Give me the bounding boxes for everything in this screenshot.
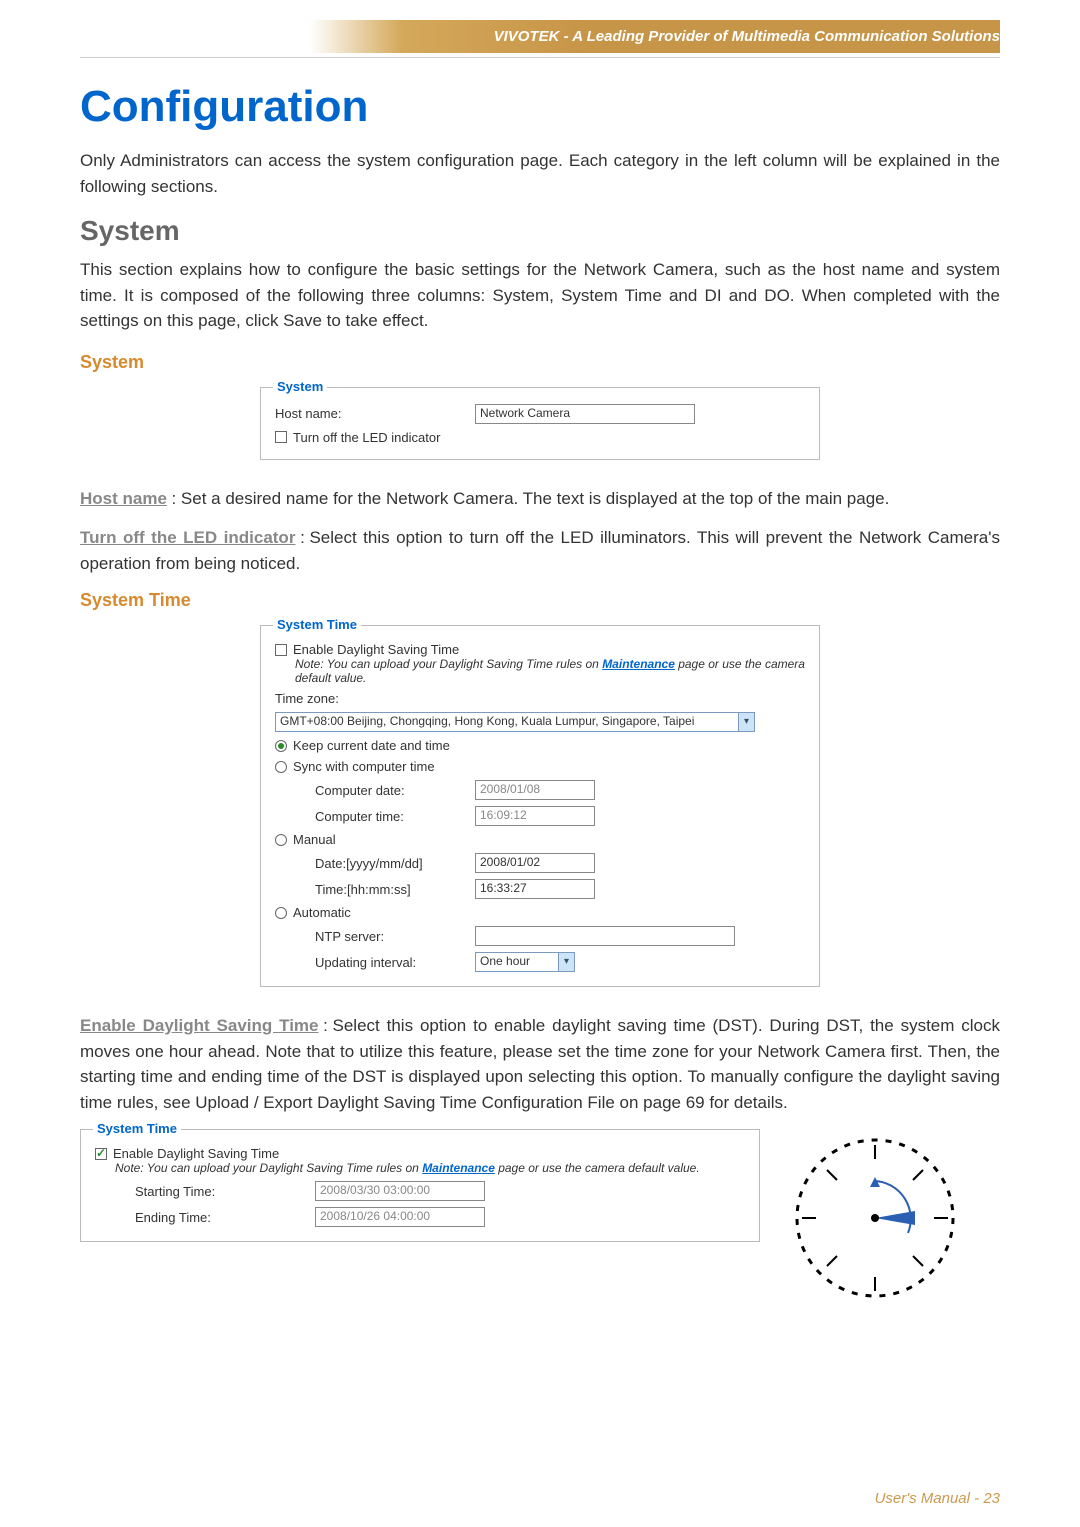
led-checkbox[interactable] bbox=[275, 431, 287, 443]
host-name-paragraph: Host name:Set a desired name for the Net… bbox=[80, 486, 1000, 512]
keep-current-radio[interactable] bbox=[275, 740, 287, 752]
enable-dst-label: Enable Daylight Saving Time bbox=[293, 642, 459, 657]
clock-illustration bbox=[790, 1133, 960, 1303]
intro-paragraph: Only Administrators can access the syste… bbox=[80, 148, 1000, 199]
chevron-down-icon: ▾ bbox=[738, 713, 754, 731]
computer-date-input: 2008/01/08 bbox=[475, 780, 595, 800]
system-body: This section explains how to configure t… bbox=[80, 257, 1000, 334]
dst-note-2: Note: You can upload your Daylight Savin… bbox=[115, 1161, 745, 1175]
interval-value: One hour bbox=[480, 954, 530, 968]
footer-page-number: 23 bbox=[983, 1490, 1000, 1507]
dst-term: Enable Daylight Saving Time bbox=[80, 1016, 319, 1035]
interval-select[interactable]: One hour ▾ bbox=[475, 952, 575, 972]
system-sub-heading: System bbox=[80, 352, 1000, 373]
ending-time-label: Ending Time: bbox=[135, 1210, 315, 1225]
ntp-label: NTP server: bbox=[315, 929, 475, 944]
host-name-text: Set a desired name for the Network Camer… bbox=[181, 489, 889, 508]
dst-note: Note: You can upload your Daylight Savin… bbox=[295, 657, 805, 685]
computer-date-label: Computer date: bbox=[315, 783, 475, 798]
manual-time-label: Time:[hh:mm:ss] bbox=[315, 882, 475, 897]
system-time-sub-heading: System Time bbox=[80, 590, 1000, 611]
computer-time-input: 16:09:12 bbox=[475, 806, 595, 826]
ntp-input[interactable] bbox=[475, 926, 735, 946]
starting-time-input: 2008/03/30 03:00:00 bbox=[315, 1181, 485, 1201]
led-checkbox-label: Turn off the LED indicator bbox=[293, 430, 440, 445]
maintenance-link[interactable]: Maintenance bbox=[602, 657, 675, 671]
system-fieldset-legend: System bbox=[273, 379, 327, 394]
manual-time-input[interactable]: 16:33:27 bbox=[475, 879, 595, 899]
chevron-down-icon: ▾ bbox=[558, 953, 574, 971]
dst-note-prefix-2: Note: You can upload your Daylight Savin… bbox=[115, 1161, 422, 1175]
enable-dst-label-2: Enable Daylight Saving Time bbox=[113, 1146, 279, 1161]
manual-label: Manual bbox=[293, 832, 336, 847]
host-name-term: Host name bbox=[80, 489, 167, 508]
automatic-label: Automatic bbox=[293, 905, 351, 920]
footer-text: User's Manual - bbox=[875, 1490, 984, 1507]
dst-paragraph: Enable Daylight Saving Time:Select this … bbox=[80, 1013, 1000, 1115]
automatic-radio[interactable] bbox=[275, 907, 287, 919]
maintenance-link-2[interactable]: Maintenance bbox=[422, 1161, 495, 1175]
system-time-fieldset: System Time Enable Daylight Saving Time … bbox=[260, 625, 820, 987]
sync-computer-radio[interactable] bbox=[275, 761, 287, 773]
keep-current-label: Keep current date and time bbox=[293, 738, 450, 753]
led-paragraph: Turn off the LED indicator:Select this o… bbox=[80, 525, 1000, 576]
system-heading: System bbox=[80, 215, 1000, 247]
timezone-value: GMT+08:00 Beijing, Chongqing, Hong Kong,… bbox=[280, 714, 694, 728]
page-title: Configuration bbox=[80, 82, 1000, 132]
enable-dst-checkbox-2[interactable] bbox=[95, 1148, 107, 1160]
page-footer: User's Manual - 23 bbox=[875, 1490, 1000, 1507]
dst-note-prefix: Note: You can upload your Daylight Savin… bbox=[295, 657, 602, 671]
manual-radio[interactable] bbox=[275, 834, 287, 846]
enable-dst-checkbox[interactable] bbox=[275, 644, 287, 656]
system-fieldset: System Host name: Network Camera Turn of… bbox=[260, 387, 820, 460]
host-name-input[interactable]: Network Camera bbox=[475, 404, 695, 424]
page-header-tagline: VIVOTEK - A Leading Provider of Multimed… bbox=[80, 20, 1000, 53]
timezone-select[interactable]: GMT+08:00 Beijing, Chongqing, Hong Kong,… bbox=[275, 712, 755, 732]
dst-fieldset-legend: System Time bbox=[93, 1121, 181, 1136]
computer-time-label: Computer time: bbox=[315, 809, 475, 824]
timezone-label: Time zone: bbox=[275, 691, 339, 706]
starting-time-label: Starting Time: bbox=[135, 1184, 315, 1199]
ending-time-input: 2008/10/26 04:00:00 bbox=[315, 1207, 485, 1227]
dst-note-suffix-2: page or use the camera default value. bbox=[495, 1161, 700, 1175]
sync-computer-label: Sync with computer time bbox=[293, 759, 435, 774]
manual-date-input[interactable]: 2008/01/02 bbox=[475, 853, 595, 873]
led-term: Turn off the LED indicator bbox=[80, 528, 295, 547]
host-name-label: Host name: bbox=[275, 406, 475, 421]
dst-fieldset: System Time Enable Daylight Saving Time … bbox=[80, 1129, 760, 1242]
divider bbox=[80, 57, 1000, 58]
system-time-legend: System Time bbox=[273, 617, 361, 632]
interval-label: Updating interval: bbox=[315, 955, 475, 970]
manual-date-label: Date:[yyyy/mm/dd] bbox=[315, 856, 475, 871]
